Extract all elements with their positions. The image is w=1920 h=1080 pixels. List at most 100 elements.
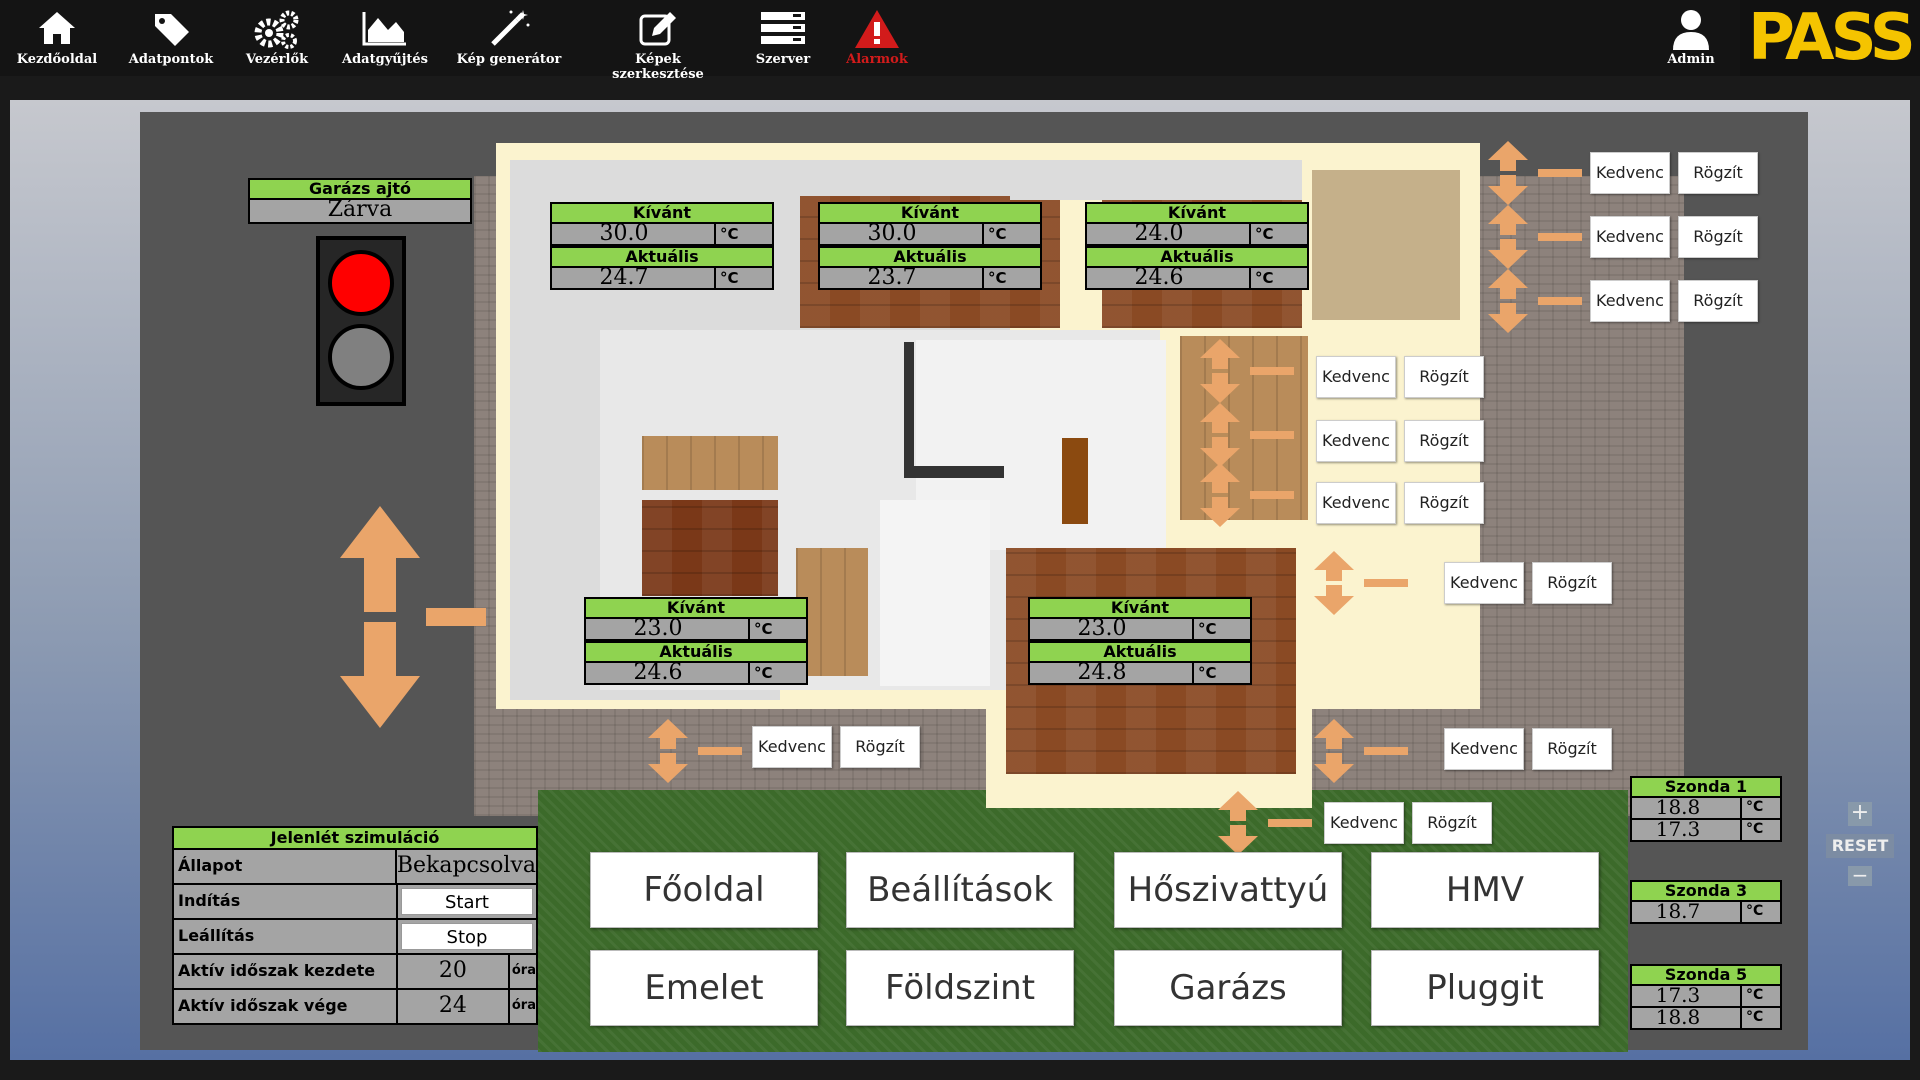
favorite-button[interactable]: Kedvenc <box>1444 728 1524 770</box>
floor-wood <box>642 500 778 596</box>
save-button[interactable]: Rögzít <box>1412 802 1492 844</box>
zone-probe-widget: Szonda 5 17.3 °C 18.8 °C <box>1630 964 1782 1030</box>
nav-datapoints[interactable]: Adatpontok <box>116 4 226 72</box>
target-value[interactable]: 23.0 <box>586 618 748 640</box>
save-button[interactable]: Rögzít <box>1678 280 1758 322</box>
unit: °C <box>748 619 806 639</box>
pass-logo: PASS <box>1740 0 1920 76</box>
actual-label: Aktuális <box>550 246 774 268</box>
nav-alarms[interactable]: Alarmok <box>822 4 932 72</box>
room-thermostat: Kívánt 23.0 °C Aktuális 24.6 °C <box>584 597 808 685</box>
actual-value: 24.6 <box>1134 265 1184 290</box>
magic-wand-icon <box>454 4 564 52</box>
nav-home[interactable]: Kezdőoldal <box>2 4 112 72</box>
favorite-button[interactable]: Kedvenc <box>1590 216 1670 258</box>
unit: °C <box>748 663 806 683</box>
main-button-ground-floor[interactable]: Földszint <box>846 950 1074 1026</box>
target-label: Kívánt <box>1085 202 1309 224</box>
main-button-garage[interactable]: Garázs <box>1114 950 1342 1026</box>
target-value[interactable]: 23.0 <box>1030 618 1192 640</box>
nav-data-collection[interactable]: Adatgyűjtés <box>330 4 440 72</box>
blind-arrows-icon[interactable] <box>1488 268 1588 334</box>
favorite-button[interactable]: Kedvenc <box>1324 802 1404 844</box>
favorite-button[interactable]: Kedvenc <box>1316 482 1396 524</box>
actual-value: 23.7 <box>867 265 917 290</box>
blind-arrows-icon[interactable] <box>1488 204 1588 270</box>
main-button-heatpump[interactable]: Hőszivattyú <box>1114 852 1342 928</box>
unit: °C <box>1192 619 1250 639</box>
favorite-button[interactable]: Kedvenc <box>1316 356 1396 398</box>
unit: °C <box>1249 224 1307 244</box>
favorite-button[interactable]: Kedvenc <box>1590 152 1670 194</box>
unit: °C <box>1740 798 1780 818</box>
presence-simulation-table: Jelenlét szimuláció Állapot Bekapcsolva I… <box>172 826 538 1025</box>
actual-label: Aktuális <box>818 246 1042 268</box>
nav-image-editor[interactable]: Képek szerkesztése <box>588 4 728 82</box>
save-button[interactable]: Rögzít <box>840 726 920 768</box>
warning-icon <box>822 4 932 52</box>
save-button[interactable]: Rögzít <box>1404 482 1484 524</box>
favorite-button[interactable]: Kedvenc <box>1444 562 1524 604</box>
blind-arrows-icon[interactable] <box>1314 550 1414 616</box>
target-value[interactable]: 30.0 <box>820 223 982 245</box>
zoom-reset-button[interactable]: RESET <box>1826 834 1894 858</box>
blind-arrows-icon[interactable] <box>1488 140 1588 206</box>
blind-arrows-icon[interactable] <box>1218 790 1318 856</box>
nav-label: Kép generátor <box>456 52 562 67</box>
hour-unit: óra <box>511 963 536 978</box>
to-label: Aktív időszak vége <box>174 990 398 1023</box>
garage-door-state: Zárva <box>248 199 472 224</box>
blind-arrows-icon[interactable] <box>1200 402 1300 468</box>
off-light-icon <box>328 324 394 390</box>
stop-button[interactable]: Stop <box>401 923 533 950</box>
zoom-out-button[interactable]: − <box>1848 865 1872 886</box>
start-button[interactable]: Start <box>401 888 533 915</box>
unit: °C <box>1192 663 1250 683</box>
unit: °C <box>1740 902 1780 922</box>
zone-probe-widget: Szonda 3 18.7 °C <box>1630 880 1782 924</box>
nav-image-generator[interactable]: Kép generátor <box>454 4 564 72</box>
zone-value: 18.8 <box>1655 795 1701 819</box>
target-label: Kívánt <box>584 597 808 619</box>
favorite-button[interactable]: Kedvenc <box>752 726 832 768</box>
favorite-button[interactable]: Kedvenc <box>1590 280 1670 322</box>
main-button-settings[interactable]: Beállítások <box>846 852 1074 928</box>
favorite-button[interactable]: Kedvenc <box>1316 420 1396 462</box>
state-label: Állapot <box>174 850 397 883</box>
zone-value: 18.7 <box>1655 899 1701 923</box>
save-button[interactable]: Rögzít <box>1532 728 1612 770</box>
target-value[interactable]: 30.0 <box>552 223 714 245</box>
main-button-home[interactable]: Főoldal <box>590 852 818 928</box>
target-label: Kívánt <box>818 202 1042 224</box>
zoom-in-button[interactable]: + <box>1848 802 1872 826</box>
zone-title: Szonda 3 <box>1630 880 1782 902</box>
blind-arrows-icon[interactable] <box>1200 338 1300 404</box>
arrow-up-icon <box>340 506 420 612</box>
garage-up-down-arrows[interactable] <box>340 504 490 730</box>
nav-controllers[interactable]: Vezérlők <box>222 4 332 72</box>
target-value[interactable]: 24.0 <box>1087 223 1249 245</box>
save-button[interactable]: Rögzít <box>1678 152 1758 194</box>
from-hour-input[interactable]: 20 <box>398 955 510 988</box>
zone-title: Szonda 1 <box>1630 776 1782 798</box>
room-thermostat: Kívánt 24.0 °C Aktuális 24.6 °C <box>1085 202 1309 290</box>
save-button[interactable]: Rögzít <box>1404 356 1484 398</box>
blind-arrows-icon[interactable] <box>648 718 748 784</box>
nav-label: Adatgyűjtés <box>342 52 428 67</box>
main-button-pluggit[interactable]: Pluggit <box>1371 950 1599 1026</box>
red-light-icon <box>328 250 394 316</box>
blind-arrows-icon[interactable] <box>1314 718 1414 784</box>
save-button[interactable]: Rögzít <box>1532 562 1612 604</box>
save-button[interactable]: Rögzít <box>1404 420 1484 462</box>
save-button[interactable]: Rögzít <box>1678 216 1758 258</box>
blind-arrows-icon[interactable] <box>1200 462 1300 528</box>
zone-title: Szonda 5 <box>1630 964 1782 986</box>
hour-unit: óra <box>511 998 536 1013</box>
user-icon <box>1636 4 1746 52</box>
actual-label: Aktuális <box>1028 641 1252 663</box>
actual-value: 24.7 <box>599 265 649 290</box>
main-button-hmv[interactable]: HMV <box>1371 852 1599 928</box>
nav-admin[interactable]: Admin <box>1636 4 1746 72</box>
main-button-upper-floor[interactable]: Emelet <box>590 950 818 1026</box>
to-hour-input[interactable]: 24 <box>398 990 510 1023</box>
